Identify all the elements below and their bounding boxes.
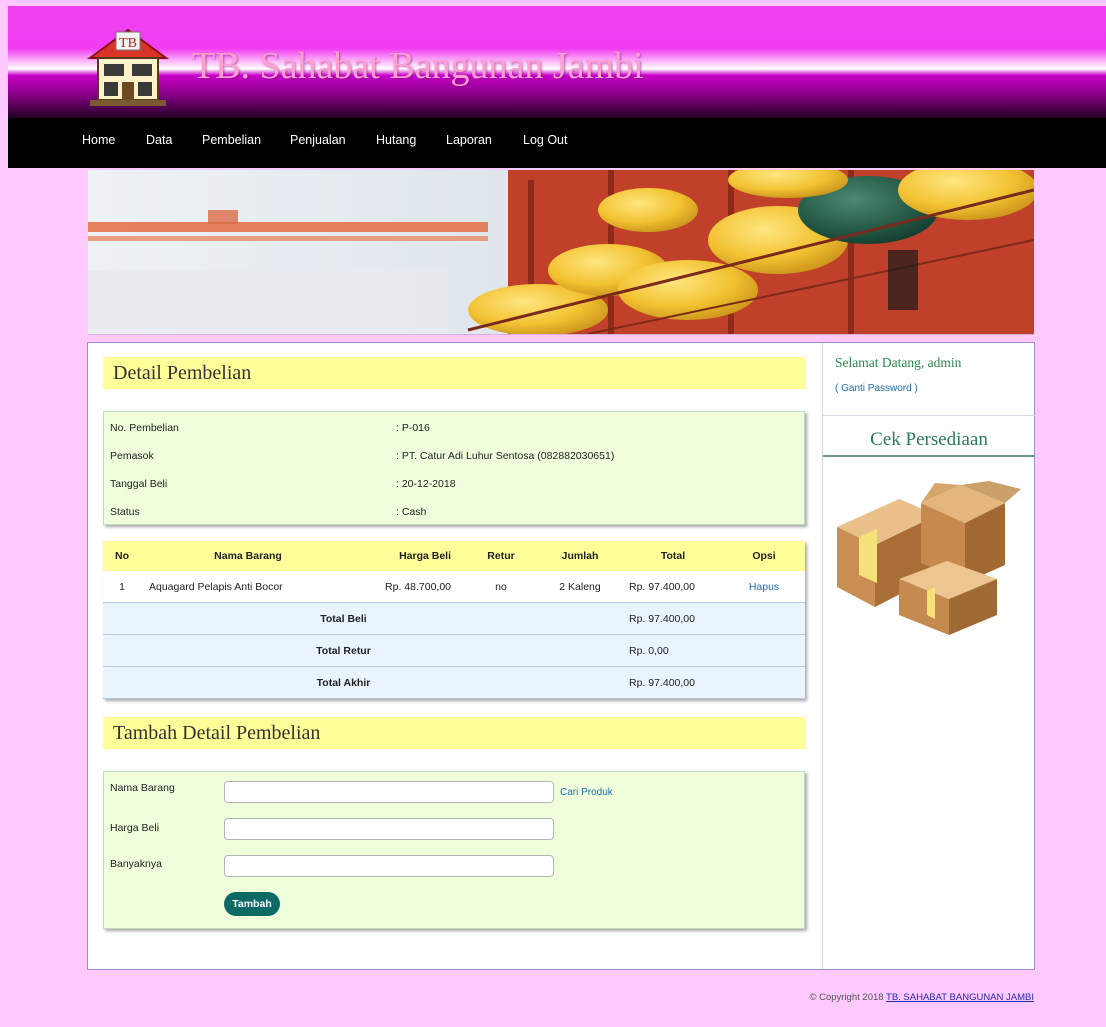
right-sidebar: Selamat Datang, admin ( Ganti Password )…	[822, 343, 1035, 969]
col-header-nama-barang: Nama Barang	[141, 541, 355, 571]
summary-empty	[723, 634, 805, 667]
nav-home[interactable]: Home	[82, 133, 115, 147]
info-label-pemasok: Pemasok	[110, 450, 154, 462]
cek-persediaan-title[interactable]: Cek Persediaan	[823, 429, 1035, 451]
info-label-no-pembelian: No. Pembelian	[110, 422, 179, 434]
main-navbar: Home Data Pembelian Penjualan Hutang Lap…	[8, 118, 1106, 168]
banyaknya-label: Banyaknya	[110, 858, 162, 870]
site-header: TB TB. Sahabat Bangunan Jambi	[8, 6, 1106, 118]
summary-empty	[723, 602, 805, 635]
summary-label-total-akhir: Total Akhir	[103, 666, 465, 699]
table-row: 1 Aquagard Pelapis Anti Bocor Rp. 48.700…	[103, 571, 805, 603]
harga-beli-label: Harga Beli	[110, 822, 160, 834]
nav-pembelian[interactable]: Pembelian	[202, 133, 261, 147]
col-header-retur: Retur	[465, 541, 537, 571]
sidebar-divider	[823, 415, 1035, 416]
col-header-opsi: Opsi	[723, 541, 805, 571]
table-header-row: No Nama Barang Harga Beli Retur Jumlah T…	[103, 541, 805, 571]
cell-no: 1	[103, 571, 141, 603]
detail-pembelian-heading: Detail Pembelian	[103, 357, 805, 389]
store-logo-icon: TB	[86, 28, 170, 106]
inventory-boxes-icon[interactable]	[829, 479, 1029, 639]
info-value-status: : Cash	[396, 506, 427, 518]
header-banner-image	[88, 170, 1034, 335]
nav-logout[interactable]: Log Out	[523, 133, 567, 147]
footer: © Copyright 2018 TB. SAHABAT BANGUNAN JA…	[809, 992, 1034, 1003]
summary-spacer	[465, 634, 623, 667]
summary-value-total-akhir: Rp. 97.400,00	[623, 666, 723, 699]
summary-spacer	[465, 666, 623, 699]
nama-barang-label: Nama Barang	[110, 782, 175, 794]
col-header-jumlah: Jumlah	[537, 541, 623, 571]
summary-label-total-retur: Total Retur	[103, 634, 465, 667]
logo-text: TB	[119, 36, 137, 51]
nav-penjualan[interactable]: Penjualan	[290, 133, 346, 147]
ganti-password-link[interactable]: ( Ganti Password )	[835, 383, 918, 394]
hardhats-banner-illustration	[88, 170, 1034, 334]
summary-row-total-retur: Total Retur Rp. 0,00	[103, 634, 805, 667]
banyaknya-input[interactable]	[224, 855, 554, 877]
nav-data[interactable]: Data	[146, 133, 172, 147]
cell-total: Rp. 97.400,00	[623, 571, 723, 603]
summary-label-total-beli: Total Beli	[103, 602, 465, 635]
col-header-total: Total	[623, 541, 723, 571]
cell-harga-beli: Rp. 48.700,00	[355, 571, 465, 603]
nama-barang-input[interactable]	[224, 781, 554, 803]
info-value-pemasok: : PT. Catur Adi Luhur Sentosa (082882030…	[396, 450, 615, 462]
cell-opsi: Hapus	[723, 571, 805, 603]
cell-nama-barang: Aquagard Pelapis Anti Bocor	[141, 571, 355, 603]
hapus-link[interactable]: Hapus	[749, 581, 779, 593]
nav-laporan[interactable]: Laporan	[446, 133, 492, 147]
info-label-tanggal-beli: Tanggal Beli	[110, 478, 168, 490]
summary-value-total-beli: Rp. 97.400,00	[623, 602, 723, 635]
cell-jumlah: 2 Kaleng	[537, 571, 623, 603]
cek-persediaan-underline	[823, 455, 1035, 457]
nav-hutang[interactable]: Hutang	[376, 133, 416, 147]
summary-empty	[723, 666, 805, 699]
purchase-detail-table: No Nama Barang Harga Beli Retur Jumlah T…	[103, 541, 805, 699]
summary-spacer	[465, 602, 623, 635]
summary-value-total-retur: Rp. 0,00	[623, 634, 723, 667]
info-value-no-pembelian: : P-016	[396, 422, 430, 434]
info-value-tanggal-beli: : 20-12-2018	[396, 478, 456, 490]
welcome-text: Selamat Datang, admin	[835, 355, 962, 370]
info-label-status: Status	[110, 506, 140, 518]
tambah-detail-form: Nama Barang Cari Produk Harga Beli Banya…	[103, 771, 805, 929]
site-title: TB. Sahabat Bangunan Jambi	[192, 45, 644, 87]
footer-site-link[interactable]: TB. SAHABAT BANGUNAN JAMBI	[886, 992, 1034, 1003]
col-header-harga-beli: Harga Beli	[355, 541, 465, 571]
tambah-button[interactable]: Tambah	[224, 892, 280, 916]
purchase-info-panel: No. Pembelian : P-016 Pemasok : PT. Catu…	[103, 411, 805, 525]
summary-row-total-beli: Total Beli Rp. 97.400,00	[103, 602, 805, 635]
summary-row-total-akhir: Total Akhir Rp. 97.400,00	[103, 666, 805, 699]
cell-retur: no	[465, 571, 537, 603]
col-header-no: No	[103, 541, 141, 571]
cari-produk-link[interactable]: Cari Produk	[560, 787, 613, 798]
harga-beli-input[interactable]	[224, 818, 554, 840]
main-content-container: Detail Pembelian No. Pembelian : P-016 P…	[87, 342, 1035, 970]
tambah-detail-heading: Tambah Detail Pembelian	[103, 717, 805, 749]
copyright-text: © Copyright 2018	[809, 992, 884, 1003]
